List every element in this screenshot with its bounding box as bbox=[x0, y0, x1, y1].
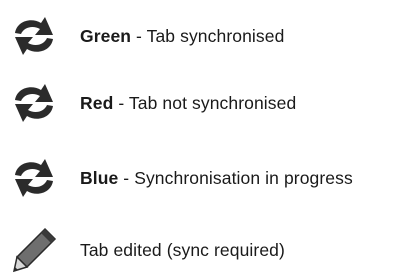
legend-item-label: Red - Tab not synchronised bbox=[80, 93, 296, 114]
sync-arrows-icon bbox=[8, 152, 60, 204]
sync-arrows-icon bbox=[8, 10, 60, 62]
legend-item-label: Tab edited (sync required) bbox=[80, 240, 285, 261]
legend-item-red: Red - Tab not synchronised bbox=[8, 75, 296, 131]
status-term: Red bbox=[80, 92, 114, 113]
status-description: Tab synchronised bbox=[146, 25, 285, 46]
separator: - bbox=[118, 167, 135, 188]
status-description: Tab not synchronised bbox=[128, 92, 297, 113]
legend-item-label: Blue - Synchronisation in progress bbox=[80, 168, 353, 189]
status-description: Tab edited (sync required) bbox=[80, 239, 285, 260]
legend-item-edited: Tab edited (sync required) bbox=[8, 222, 285, 278]
legend-item-label: Green - Tab synchronised bbox=[80, 26, 284, 47]
status-term: Blue bbox=[80, 167, 119, 188]
status-description: Synchronisation in progress bbox=[134, 167, 353, 188]
sync-arrows-icon bbox=[8, 77, 60, 129]
status-term: Green bbox=[80, 25, 132, 46]
separator: - bbox=[131, 25, 147, 46]
legend-item-blue: Blue - Synchronisation in progress bbox=[8, 150, 353, 206]
separator: - bbox=[113, 92, 129, 113]
legend-item-green: Green - Tab synchronised bbox=[8, 8, 284, 64]
sync-status-legend: Green - Tab synchronised Red - Tab not s… bbox=[0, 0, 405, 280]
pencil-icon bbox=[8, 224, 60, 276]
